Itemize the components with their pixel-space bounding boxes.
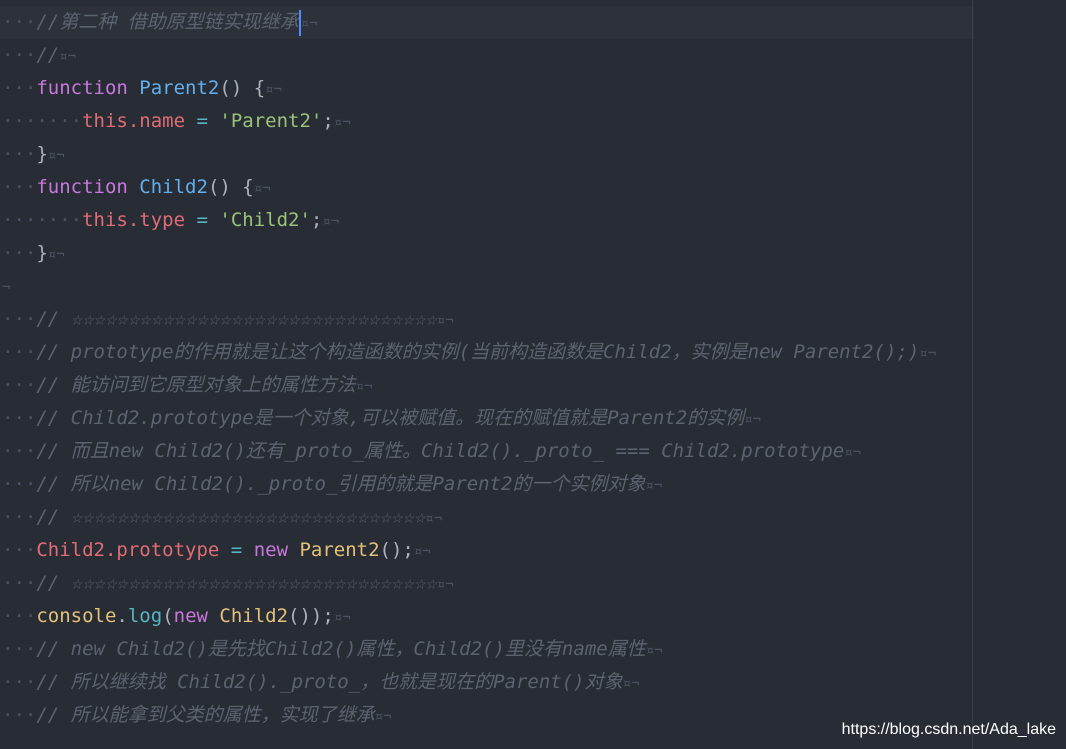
code-line-2[interactable]: ···//¤¬ <box>0 39 76 72</box>
operator: = <box>219 539 254 561</box>
code-editor[interactable]: ···//第二种 借助原型链实现继承 ¤¬ ···//¤¬ ···function… <box>0 0 1066 749</box>
keyword-function: function <box>36 77 128 99</box>
code-line-20[interactable]: ···// new Child2()是先找Child2()属性，Child2()… <box>0 633 663 666</box>
comment: // 而且new Child2()还有_proto_属性。Child2()._p… <box>36 440 845 462</box>
code-line-18[interactable]: ···// ☆☆☆☆☆☆☆☆☆☆☆☆☆☆☆☆☆☆☆☆☆☆☆☆☆☆☆☆☆☆☆☆¤¬ <box>0 567 454 600</box>
comment: // Child2.prototype是一个对象,可以被赋值。现在的赋值就是Pa… <box>36 407 745 429</box>
property-name: .name <box>127 110 186 132</box>
comment: // 所以继续找 Child2()._proto_，也就是现在的Parent()… <box>36 671 623 693</box>
this-keyword: this <box>82 110 128 132</box>
punctuation: ; <box>310 209 323 231</box>
comment-empty: // <box>36 44 60 66</box>
code-line-15[interactable]: ···// 所以new Child2()._proto_引用的就是Parent2… <box>0 468 662 501</box>
property-prototype: .prototype <box>104 539 220 561</box>
comment: // prototype的作用就是让这个构造函数的实例(当前构造函数是Child… <box>36 341 920 363</box>
code-line-1[interactable]: ···//第二种 借助原型链实现继承 ¤¬ <box>0 6 974 39</box>
punctuation: () { <box>207 176 254 198</box>
punctuation: (); <box>379 539 414 561</box>
this-keyword: this <box>82 209 128 231</box>
code-line-19[interactable]: ···console.log(new Child2());¤¬ <box>0 600 351 633</box>
code-line-10[interactable]: ···// ☆☆☆☆☆☆☆☆☆☆☆☆☆☆☆☆☆☆☆☆☆☆☆☆☆☆☆☆☆☆☆☆¤¬ <box>0 303 454 336</box>
wrap-guide <box>972 0 973 749</box>
closing-brace: } <box>36 242 48 264</box>
comment: // 能访问到它原型对象上的属性方法 <box>36 374 356 396</box>
code-line-17[interactable]: ···Child2.prototype = new Parent2();¤¬ <box>0 534 431 567</box>
operator: = <box>185 209 220 231</box>
string-literal: 'Child2' <box>219 209 311 231</box>
function-name-parent2: Parent2 <box>139 77 220 99</box>
code-line-16[interactable]: ···// ☆☆☆☆☆☆☆☆☆☆☆☆☆☆☆☆☆☆☆☆☆☆☆☆☆☆☆☆☆☆☆¤¬ <box>0 501 442 534</box>
code-line-6[interactable]: ···function Child2() {¤¬ <box>0 171 271 204</box>
comment: // 所以能拿到父类的属性，实现了继承 <box>36 704 375 726</box>
comment-title: //第二种 借助原型链实现继承 <box>36 11 299 33</box>
watermark: https://blog.csdn.net/Ada_lake <box>841 721 1056 738</box>
code-line-13[interactable]: ···// Child2.prototype是一个对象,可以被赋值。现在的赋值就… <box>0 402 761 435</box>
method-log: log <box>127 605 163 627</box>
string-literal: 'Parent2' <box>219 110 323 132</box>
code-line-22[interactable]: ···// 所以能拿到父类的属性，实现了继承¤¬ <box>0 699 392 732</box>
keyword-new: new <box>173 605 208 627</box>
keyword-new: new <box>253 539 289 561</box>
class-parent2: Parent2 <box>288 539 380 561</box>
code-line-4[interactable]: ·······this.name = 'Parent2';¤¬ <box>0 105 351 138</box>
code-line-12[interactable]: ···// 能访问到它原型对象上的属性方法¤¬ <box>0 369 373 402</box>
code-line-5[interactable]: ···}¤¬ <box>0 138 65 171</box>
punctuation: ( <box>162 605 174 627</box>
closing-brace: } <box>36 143 48 165</box>
comment: // new Child2()是先找Child2()属性，Child2()里没有… <box>36 638 646 660</box>
class-child2: Child2 <box>207 605 289 627</box>
code-line-3[interactable]: ···function Parent2() {¤¬ <box>0 72 282 105</box>
punctuation: . <box>116 605 128 627</box>
comment-stars: // ☆☆☆☆☆☆☆☆☆☆☆☆☆☆☆☆☆☆☆☆☆☆☆☆☆☆☆☆☆☆☆ <box>36 506 426 528</box>
keyword-function: function <box>36 176 128 198</box>
object-console: console <box>36 605 117 627</box>
code-line-7[interactable]: ·······this.type = 'Child2';¤¬ <box>0 204 339 237</box>
function-name-child2: Child2 <box>139 176 208 198</box>
code-line-9[interactable]: ¬ <box>0 270 10 303</box>
comment: // 所以new Child2()._proto_引用的就是Parent2的一个… <box>36 473 646 495</box>
code-line-14[interactable]: ···// 而且new Child2()还有_proto_属性。Child2()… <box>0 435 861 468</box>
comment-stars: // ☆☆☆☆☆☆☆☆☆☆☆☆☆☆☆☆☆☆☆☆☆☆☆☆☆☆☆☆☆☆☆☆ <box>36 572 437 594</box>
punctuation: ; <box>322 110 334 132</box>
code-line-11[interactable]: ···// prototype的作用就是让这个构造函数的实例(当前构造函数是Ch… <box>0 336 936 369</box>
property-name: .type <box>127 209 186 231</box>
object-child2: Child2 <box>36 539 105 561</box>
punctuation: () { <box>219 77 266 99</box>
code-line-8[interactable]: ···}¤¬ <box>0 237 65 270</box>
code-line-21[interactable]: ···// 所以继续找 Child2()._proto_，也就是现在的Paren… <box>0 666 639 699</box>
comment-stars: // ☆☆☆☆☆☆☆☆☆☆☆☆☆☆☆☆☆☆☆☆☆☆☆☆☆☆☆☆☆☆☆☆ <box>36 308 437 330</box>
punctuation: ()); <box>288 605 334 627</box>
operator: = <box>185 110 220 132</box>
